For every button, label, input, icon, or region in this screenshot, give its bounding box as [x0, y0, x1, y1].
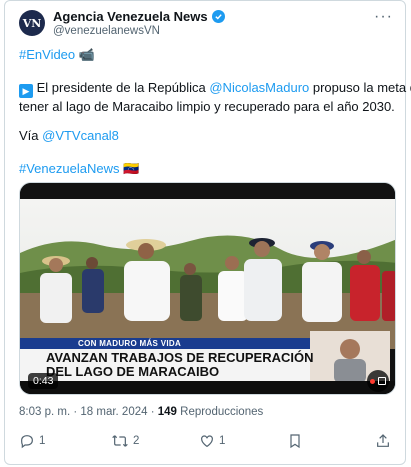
retweet-count: 2 — [133, 435, 140, 447]
video-settings-icon[interactable] — [367, 370, 389, 392]
bookmark-button[interactable] — [287, 433, 303, 449]
mention-nicolasmaduro[interactable]: @NicolasMaduro — [209, 80, 309, 95]
author-name-row[interactable]: Agencia Venezuela News — [53, 9, 225, 24]
meta-separator: · — [70, 406, 81, 418]
play-emoji-icon: ▶ — [19, 84, 33, 98]
author-handle[interactable]: @venezuelanewsVN — [53, 25, 160, 37]
action-bar: 1 2 1 — [5, 433, 405, 459]
video-banner-line2: DEL LAGO DE MARACAIBO — [46, 364, 220, 379]
share-button[interactable] — [375, 433, 391, 449]
like-button[interactable]: 1 — [199, 433, 225, 449]
tweet-text-part1: El presidente de la República — [36, 80, 210, 95]
retweet-button[interactable]: 2 — [111, 433, 139, 449]
views-count: 149 — [157, 406, 177, 418]
tweet-time[interactable]: 8:03 p. m. — [19, 406, 70, 418]
avatar-initials: VN — [22, 16, 42, 30]
hashtag-venezuelanews[interactable]: #VenezuelaNews — [19, 161, 119, 176]
avatar[interactable]: VN — [19, 10, 45, 36]
like-count: 1 — [219, 435, 226, 447]
author-name[interactable]: Agencia Venezuela News — [53, 9, 208, 24]
views-label: Reproducciones — [176, 406, 264, 418]
tweet-line-2: tener al lago de Maracaibo limpio y recu… — [19, 99, 395, 114]
share-icon — [377, 434, 389, 447]
tweet-metadata: 8:03 p. m. · 18 mar. 2024 · 149 Reproduc… — [19, 406, 263, 418]
venezuela-flag-emoji: 🇻🇪 — [123, 161, 140, 176]
tweet-line-hashtag: #VenezuelaNews 🇻🇪 — [19, 159, 139, 178]
heart-icon — [201, 435, 213, 448]
bookmark-icon — [290, 434, 300, 449]
tweet-text-part2: propuso la meta de — [312, 80, 411, 95]
more-options-icon[interactable]: ··· — [374, 8, 393, 26]
video-duration-badge: 0:43 — [28, 373, 59, 389]
tweet-date[interactable]: 18 mar. 2024 — [80, 406, 147, 418]
via-label: Vía — [19, 128, 43, 143]
retweet-icon — [112, 435, 128, 447]
meta-separator: · — [147, 406, 158, 418]
video-banner-small: CON MADURO MÁS VIDA — [78, 339, 182, 348]
hashtag-envideo[interactable]: #EnVideo — [19, 47, 75, 62]
video-player[interactable]: CON MADURO MÁS VIDA AVANZAN TRABAJOS DE … — [19, 182, 396, 395]
video-camera-emoji: 📹 — [78, 47, 95, 62]
tweet-line-via: Vía @VTVcanal8 — [19, 126, 119, 145]
reply-button[interactable]: 1 — [19, 433, 45, 449]
video-banner-line1: AVANZAN TRABAJOS DE RECUPERACIÓN — [46, 350, 314, 365]
tweet-line-envideo: #EnVideo 📹 — [19, 45, 95, 64]
tweet-line-1: ▶ El presidente de la República @Nicolas… — [19, 78, 411, 98]
reply-count: 1 — [39, 435, 46, 447]
mention-vtvcanal8[interactable]: @VTVcanal8 — [42, 128, 119, 143]
reply-icon — [21, 435, 33, 449]
tweet-card: VN Agencia Venezuela News @venezuelanews… — [4, 0, 411, 465]
verified-badge-icon — [211, 10, 225, 23]
